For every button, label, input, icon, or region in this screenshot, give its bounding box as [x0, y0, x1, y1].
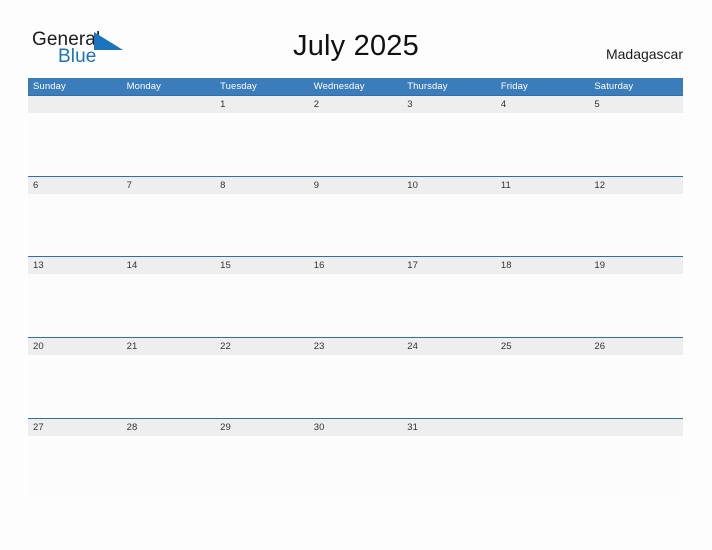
day-note-cell[interactable] [215, 113, 309, 176]
week-date-band: 1 2 3 4 5 [28, 96, 683, 113]
day-note-cell[interactable] [309, 355, 403, 418]
day-number[interactable]: 11 [496, 177, 590, 194]
day-number[interactable]: 10 [402, 177, 496, 194]
day-number[interactable]: 4 [496, 96, 590, 113]
week-row: 27 28 29 30 31 [28, 417, 683, 499]
weekday-header-tuesday: Tuesday [220, 81, 257, 92]
day-note-cell[interactable] [122, 194, 216, 257]
day-note-cell[interactable] [28, 436, 122, 499]
weekday-header-sunday: Sunday [33, 81, 66, 92]
week-row: 20 21 22 23 24 25 26 [28, 337, 683, 418]
weekday-header-monday: Monday [126, 81, 161, 92]
week-note-area [28, 355, 683, 418]
week-date-band: 20 21 22 23 24 25 26 [28, 338, 683, 356]
week-row: 6 7 8 9 10 11 12 [28, 175, 683, 257]
day-note-cell[interactable] [589, 194, 683, 257]
day-note-cell[interactable] [28, 113, 122, 176]
day-number[interactable] [122, 96, 216, 113]
day-note-cell[interactable] [215, 436, 309, 499]
day-note-cell[interactable] [496, 274, 590, 337]
month-calendar: Sunday Monday Tuesday Wednesday Thursday… [28, 78, 683, 499]
day-number[interactable]: 29 [215, 419, 309, 436]
day-number[interactable]: 2 [309, 96, 403, 113]
day-note-cell[interactable] [589, 113, 683, 176]
day-number[interactable]: 12 [589, 177, 683, 194]
day-note-cell[interactable] [309, 194, 403, 257]
weekday-header-thursday: Thursday [407, 81, 448, 92]
day-number[interactable] [589, 419, 683, 436]
week-date-band: 6 7 8 9 10 11 12 [28, 176, 683, 194]
weekday-header-wednesday: Wednesday [313, 81, 365, 92]
day-number[interactable]: 3 [402, 96, 496, 113]
day-number[interactable]: 5 [589, 96, 683, 113]
day-note-cell[interactable] [122, 436, 216, 499]
weekday-header-row: Sunday Monday Tuesday Wednesday Thursday… [28, 78, 683, 95]
weekday-header-friday: Friday [500, 81, 528, 92]
day-number[interactable]: 6 [28, 177, 122, 194]
day-number[interactable] [496, 419, 590, 436]
day-note-cell[interactable] [215, 355, 309, 418]
day-number[interactable]: 23 [309, 338, 403, 355]
day-note-cell[interactable] [496, 436, 590, 499]
calendar-page: General Blue July 2025 Madagascar Sunday… [0, 0, 712, 550]
day-note-cell[interactable] [28, 274, 122, 337]
day-number[interactable]: 17 [402, 257, 496, 274]
day-note-cell[interactable] [402, 113, 496, 176]
day-note-cell[interactable] [309, 274, 403, 337]
day-note-cell[interactable] [309, 113, 403, 176]
day-number[interactable] [28, 96, 122, 113]
day-number[interactable]: 8 [215, 177, 309, 194]
day-note-cell[interactable] [122, 113, 216, 176]
day-note-cell[interactable] [496, 113, 590, 176]
day-number[interactable]: 26 [589, 338, 683, 355]
day-number[interactable]: 7 [122, 177, 216, 194]
day-note-cell[interactable] [589, 436, 683, 499]
day-note-cell[interactable] [496, 355, 590, 418]
day-note-cell[interactable] [402, 436, 496, 499]
day-number[interactable]: 20 [28, 338, 122, 355]
week-date-band: 13 14 15 16 17 18 19 [28, 257, 683, 275]
day-note-cell[interactable] [215, 194, 309, 257]
day-note-cell[interactable] [589, 355, 683, 418]
day-number[interactable]: 15 [215, 257, 309, 274]
page-header: General Blue July 2025 Madagascar [0, 0, 712, 78]
day-number[interactable]: 31 [402, 419, 496, 436]
day-number[interactable]: 25 [496, 338, 590, 355]
day-number[interactable]: 22 [215, 338, 309, 355]
day-number[interactable]: 1 [215, 96, 309, 113]
day-number[interactable]: 27 [28, 419, 122, 436]
week-note-area [28, 193, 683, 257]
day-number[interactable]: 28 [122, 419, 216, 436]
day-note-cell[interactable] [402, 194, 496, 257]
day-note-cell[interactable] [122, 355, 216, 418]
day-note-cell[interactable] [402, 355, 496, 418]
day-note-cell[interactable] [402, 274, 496, 337]
day-number[interactable]: 30 [309, 419, 403, 436]
day-note-cell[interactable] [122, 274, 216, 337]
day-number[interactable]: 18 [496, 257, 590, 274]
day-note-cell[interactable] [215, 274, 309, 337]
week-date-band: 27 28 29 30 31 [28, 418, 683, 436]
week-row: 13 14 15 16 17 18 19 [28, 256, 683, 338]
day-note-cell[interactable] [589, 274, 683, 337]
week-row: 1 2 3 4 5 [28, 95, 683, 176]
week-note-area [28, 435, 683, 499]
day-note-cell[interactable] [28, 355, 122, 418]
day-number[interactable]: 24 [402, 338, 496, 355]
day-number[interactable]: 19 [589, 257, 683, 274]
week-note-area [28, 113, 683, 176]
day-number[interactable]: 16 [309, 257, 403, 274]
day-note-cell[interactable] [309, 436, 403, 499]
day-number[interactable]: 14 [122, 257, 216, 274]
country-label: Madagascar [605, 46, 683, 62]
weekday-header-saturday: Saturday [594, 81, 634, 92]
day-number[interactable]: 13 [28, 257, 122, 274]
day-number[interactable]: 9 [309, 177, 403, 194]
day-number[interactable]: 21 [122, 338, 216, 355]
day-note-cell[interactable] [496, 194, 590, 257]
day-note-cell[interactable] [28, 194, 122, 257]
week-note-area [28, 274, 683, 338]
